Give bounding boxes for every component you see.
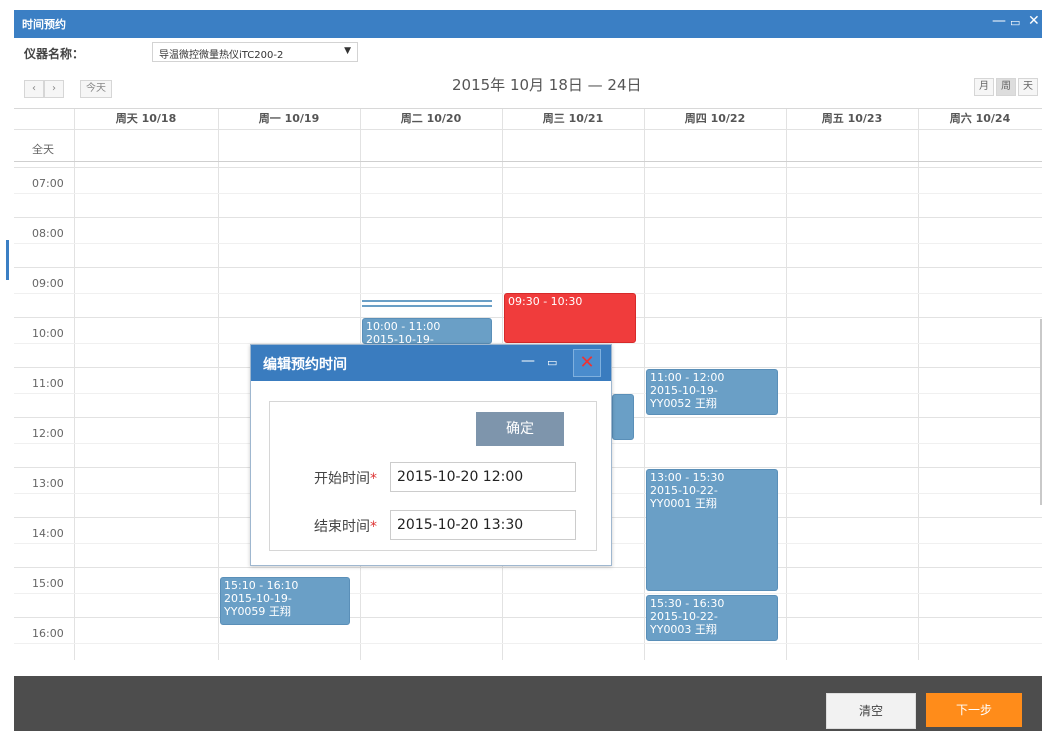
- time-label: 08:00: [32, 227, 64, 240]
- column-divider: [74, 109, 75, 660]
- event-block[interactable]: 15:10 - 16:10 2015-10-19- YY0059 王翔: [220, 577, 350, 625]
- grid-line: [14, 567, 1042, 568]
- column-divider: [218, 109, 219, 660]
- grid-line: [14, 161, 1042, 162]
- close-icon[interactable]: ✕: [573, 349, 601, 377]
- column-divider: [786, 109, 787, 660]
- event-marker-lines: [362, 300, 492, 314]
- dialog-title: 编辑预约时间: [263, 357, 347, 373]
- grid-line: [14, 167, 1042, 168]
- minimize-icon[interactable]: —: [992, 13, 1006, 29]
- day-header-thu: 周四 10/22: [684, 112, 746, 125]
- week-view-button[interactable]: 周: [996, 78, 1016, 96]
- column-divider: [644, 109, 645, 660]
- start-time-label-text: 开始时间: [314, 471, 370, 487]
- time-label: 09:00: [32, 277, 64, 290]
- week-range-title: 2015年 10月 18日 — 24日: [452, 76, 642, 94]
- next-step-button[interactable]: 下一步: [926, 693, 1022, 727]
- required-mark: *: [370, 519, 377, 535]
- time-label: 10:00: [32, 327, 64, 340]
- grid-line: [14, 643, 1042, 644]
- day-header-sat: 周六 10/24: [949, 112, 1011, 125]
- day-header-wed: 周三 10/21: [542, 112, 604, 125]
- grid-line: [14, 617, 1042, 618]
- window-title: 时间预约: [22, 18, 66, 31]
- left-accent-bar: [6, 240, 9, 280]
- time-label: 07:00: [32, 177, 64, 190]
- prev-week-button[interactable]: ‹: [24, 80, 44, 98]
- close-icon[interactable]: ✕: [1028, 13, 1040, 29]
- column-divider: [918, 109, 919, 660]
- day-header-mon: 周一 10/19: [258, 112, 320, 125]
- end-time-label-text: 结束时间: [314, 519, 370, 535]
- event-block[interactable]: 13:00 - 15:30 2015-10-22- YY0001 王翔: [646, 469, 778, 591]
- event-block[interactable]: [612, 394, 634, 440]
- today-button[interactable]: 今天: [80, 80, 112, 98]
- time-label: 13:00: [32, 477, 64, 490]
- month-view-button[interactable]: 月: [974, 78, 994, 96]
- instrument-label: 仪器名称：: [24, 47, 85, 61]
- maximize-icon[interactable]: ▭: [1010, 16, 1020, 29]
- chevron-down-icon: ▼: [344, 46, 351, 56]
- event-block[interactable]: 10:00 - 11:00 2015-10-19-: [362, 318, 492, 344]
- time-label: 15:00: [32, 577, 64, 590]
- grid-line: [14, 129, 1042, 130]
- confirm-button[interactable]: 确定: [476, 412, 564, 446]
- time-label: 14:00: [32, 527, 64, 540]
- window-titlebar: 时间预约 — ▭ ✕: [14, 10, 1042, 38]
- time-label: 12:00: [32, 427, 64, 440]
- event-block[interactable]: 15:30 - 16:30 2015-10-22- YY0003 王翔: [646, 595, 778, 641]
- grid-line: [14, 193, 1042, 194]
- instrument-select[interactable]: 导温微控微量热仪iTC200-2 ▼: [152, 42, 358, 62]
- maximize-icon[interactable]: ▭: [547, 356, 557, 369]
- day-header-fri: 周五 10/23: [821, 112, 883, 125]
- start-time-label: 开始时间*: [314, 468, 377, 488]
- all-day-label: 全天: [32, 143, 54, 156]
- grid-line: [14, 243, 1042, 244]
- end-time-label: 结束时间*: [314, 516, 377, 536]
- dialog-body: 确定 开始时间* 结束时间*: [269, 401, 597, 551]
- grid-line: [14, 267, 1042, 268]
- next-week-button[interactable]: ›: [44, 80, 64, 98]
- clear-button[interactable]: 清空: [826, 693, 916, 729]
- day-header-sun: 周天 10/18: [115, 112, 177, 125]
- edit-booking-dialog: 编辑预约时间 — ▭ ✕ 确定 开始时间* 结束时间*: [250, 344, 612, 566]
- time-label: 16:00: [32, 627, 64, 640]
- dialog-header: 编辑预约时间 — ▭ ✕: [251, 345, 611, 381]
- event-block-conflict[interactable]: 09:30 - 10:30: [504, 293, 636, 343]
- day-header-tue: 周二 10/20: [400, 112, 462, 125]
- event-block[interactable]: 11:00 - 12:00 2015-10-19- YY0052 王翔: [646, 369, 778, 415]
- grid-line: [14, 217, 1042, 218]
- end-time-input[interactable]: [390, 510, 576, 540]
- start-time-input[interactable]: [390, 462, 576, 492]
- time-label: 11:00: [32, 377, 64, 390]
- grid-line: [14, 593, 1042, 594]
- minimize-icon[interactable]: —: [521, 353, 535, 369]
- instrument-select-value: 导温微控微量热仪iTC200-2: [159, 50, 284, 61]
- required-mark: *: [370, 471, 377, 487]
- day-view-button[interactable]: 天: [1018, 78, 1038, 96]
